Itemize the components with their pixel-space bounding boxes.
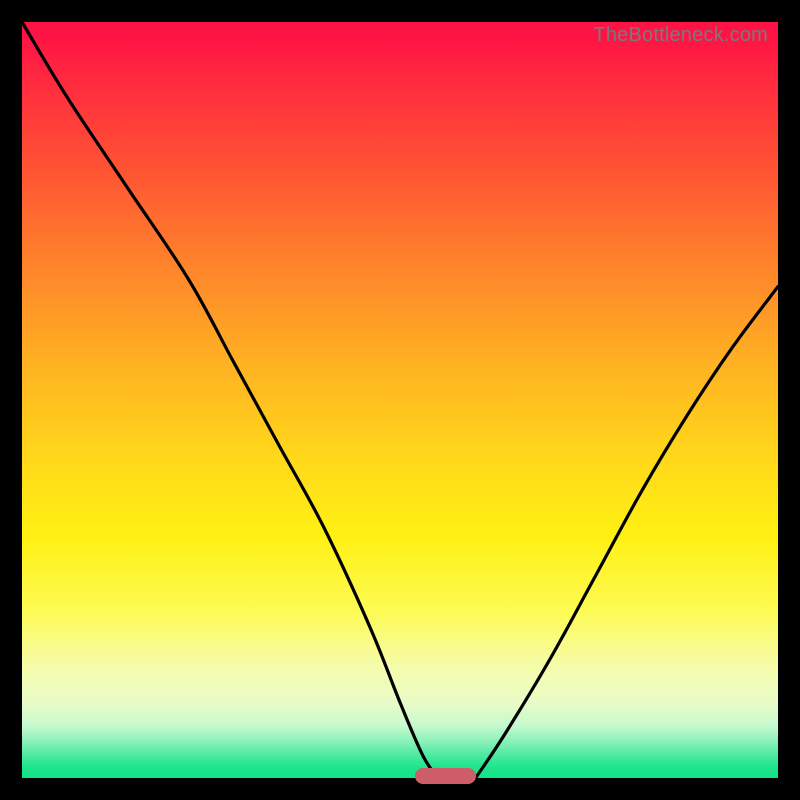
optimum-marker xyxy=(415,768,476,784)
plot-area: TheBottleneck.com xyxy=(22,22,778,778)
bottleneck-curve xyxy=(22,22,778,778)
chart-frame: TheBottleneck.com xyxy=(0,0,800,800)
curve-path xyxy=(22,22,778,778)
